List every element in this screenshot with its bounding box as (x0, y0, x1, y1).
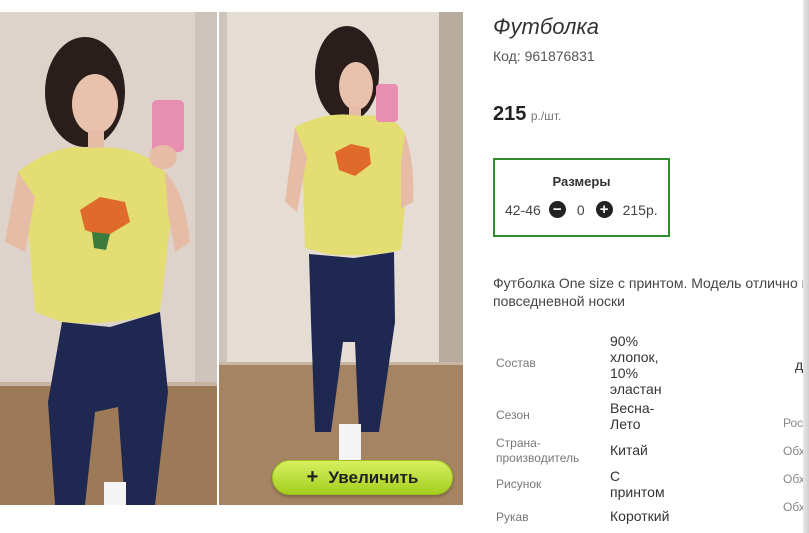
product-code-label: Код: (493, 48, 521, 64)
spec-value: С принтом (610, 468, 665, 500)
photo-front-image (0, 12, 217, 505)
spec-key: Состав (496, 356, 536, 370)
product-gallery: + Увеличить (0, 12, 463, 505)
zoom-button-label: Увеличить (328, 467, 419, 487)
product-price: 215 р./шт. (493, 103, 561, 126)
spec-key: Сезон (496, 408, 530, 422)
description-line: повседневной носки (493, 293, 625, 309)
size-label: 42-46 (505, 201, 541, 218)
spec-value: Короткий (610, 508, 670, 524)
product-photo-mirror[interactable] (219, 12, 463, 505)
product-photo-front[interactable] (0, 12, 217, 505)
plus-icon: + (306, 466, 319, 488)
spec-key: Рукав (496, 510, 529, 524)
product-description: Футболка One size с принтом. Модель отли… (493, 274, 809, 310)
sizes-title: Размеры (552, 174, 611, 189)
product-code: Код: 961876831 (493, 48, 595, 64)
spec-row: Страна-производитель Китай (496, 436, 676, 466)
size-price: 215р. (622, 201, 658, 218)
spec-key: Страна-производитель (496, 436, 580, 465)
spec-row: Состав 90% хлопок, 10% эластан (496, 333, 676, 397)
spec-value: 90% хлопок, 10% эластан (610, 333, 662, 397)
spec-row: Рисунок С принтом (496, 468, 676, 500)
price-value: 215 (493, 103, 527, 125)
decrease-quantity-button[interactable]: − (548, 201, 566, 218)
size-row: 42-46 − 0 + 215р. (505, 201, 658, 218)
spec-key: Рисунок (496, 477, 542, 491)
description-line: Футболка One size с принтом. Модель отли… (493, 275, 809, 291)
photo-mirror-image (219, 12, 463, 505)
spec-row: Сезон Весна-Лето (496, 400, 676, 432)
spec-value: Весна-Лето (610, 400, 655, 432)
zoom-button[interactable]: + Увеличить (272, 460, 453, 495)
product-title: Футболка (493, 14, 599, 39)
scrollbar[interactable] (803, 0, 809, 533)
product-code-value: 961876831 (524, 48, 595, 64)
sizes-panel: Размеры 42-46 − 0 + 215р. (493, 158, 670, 237)
quantity-value[interactable]: 0 (577, 202, 585, 218)
increase-quantity-button[interactable]: + (595, 201, 613, 218)
price-unit: р./шт. (530, 109, 562, 123)
spec-row: Рукав Короткий (496, 508, 676, 525)
spec-value: Китай (610, 442, 648, 458)
